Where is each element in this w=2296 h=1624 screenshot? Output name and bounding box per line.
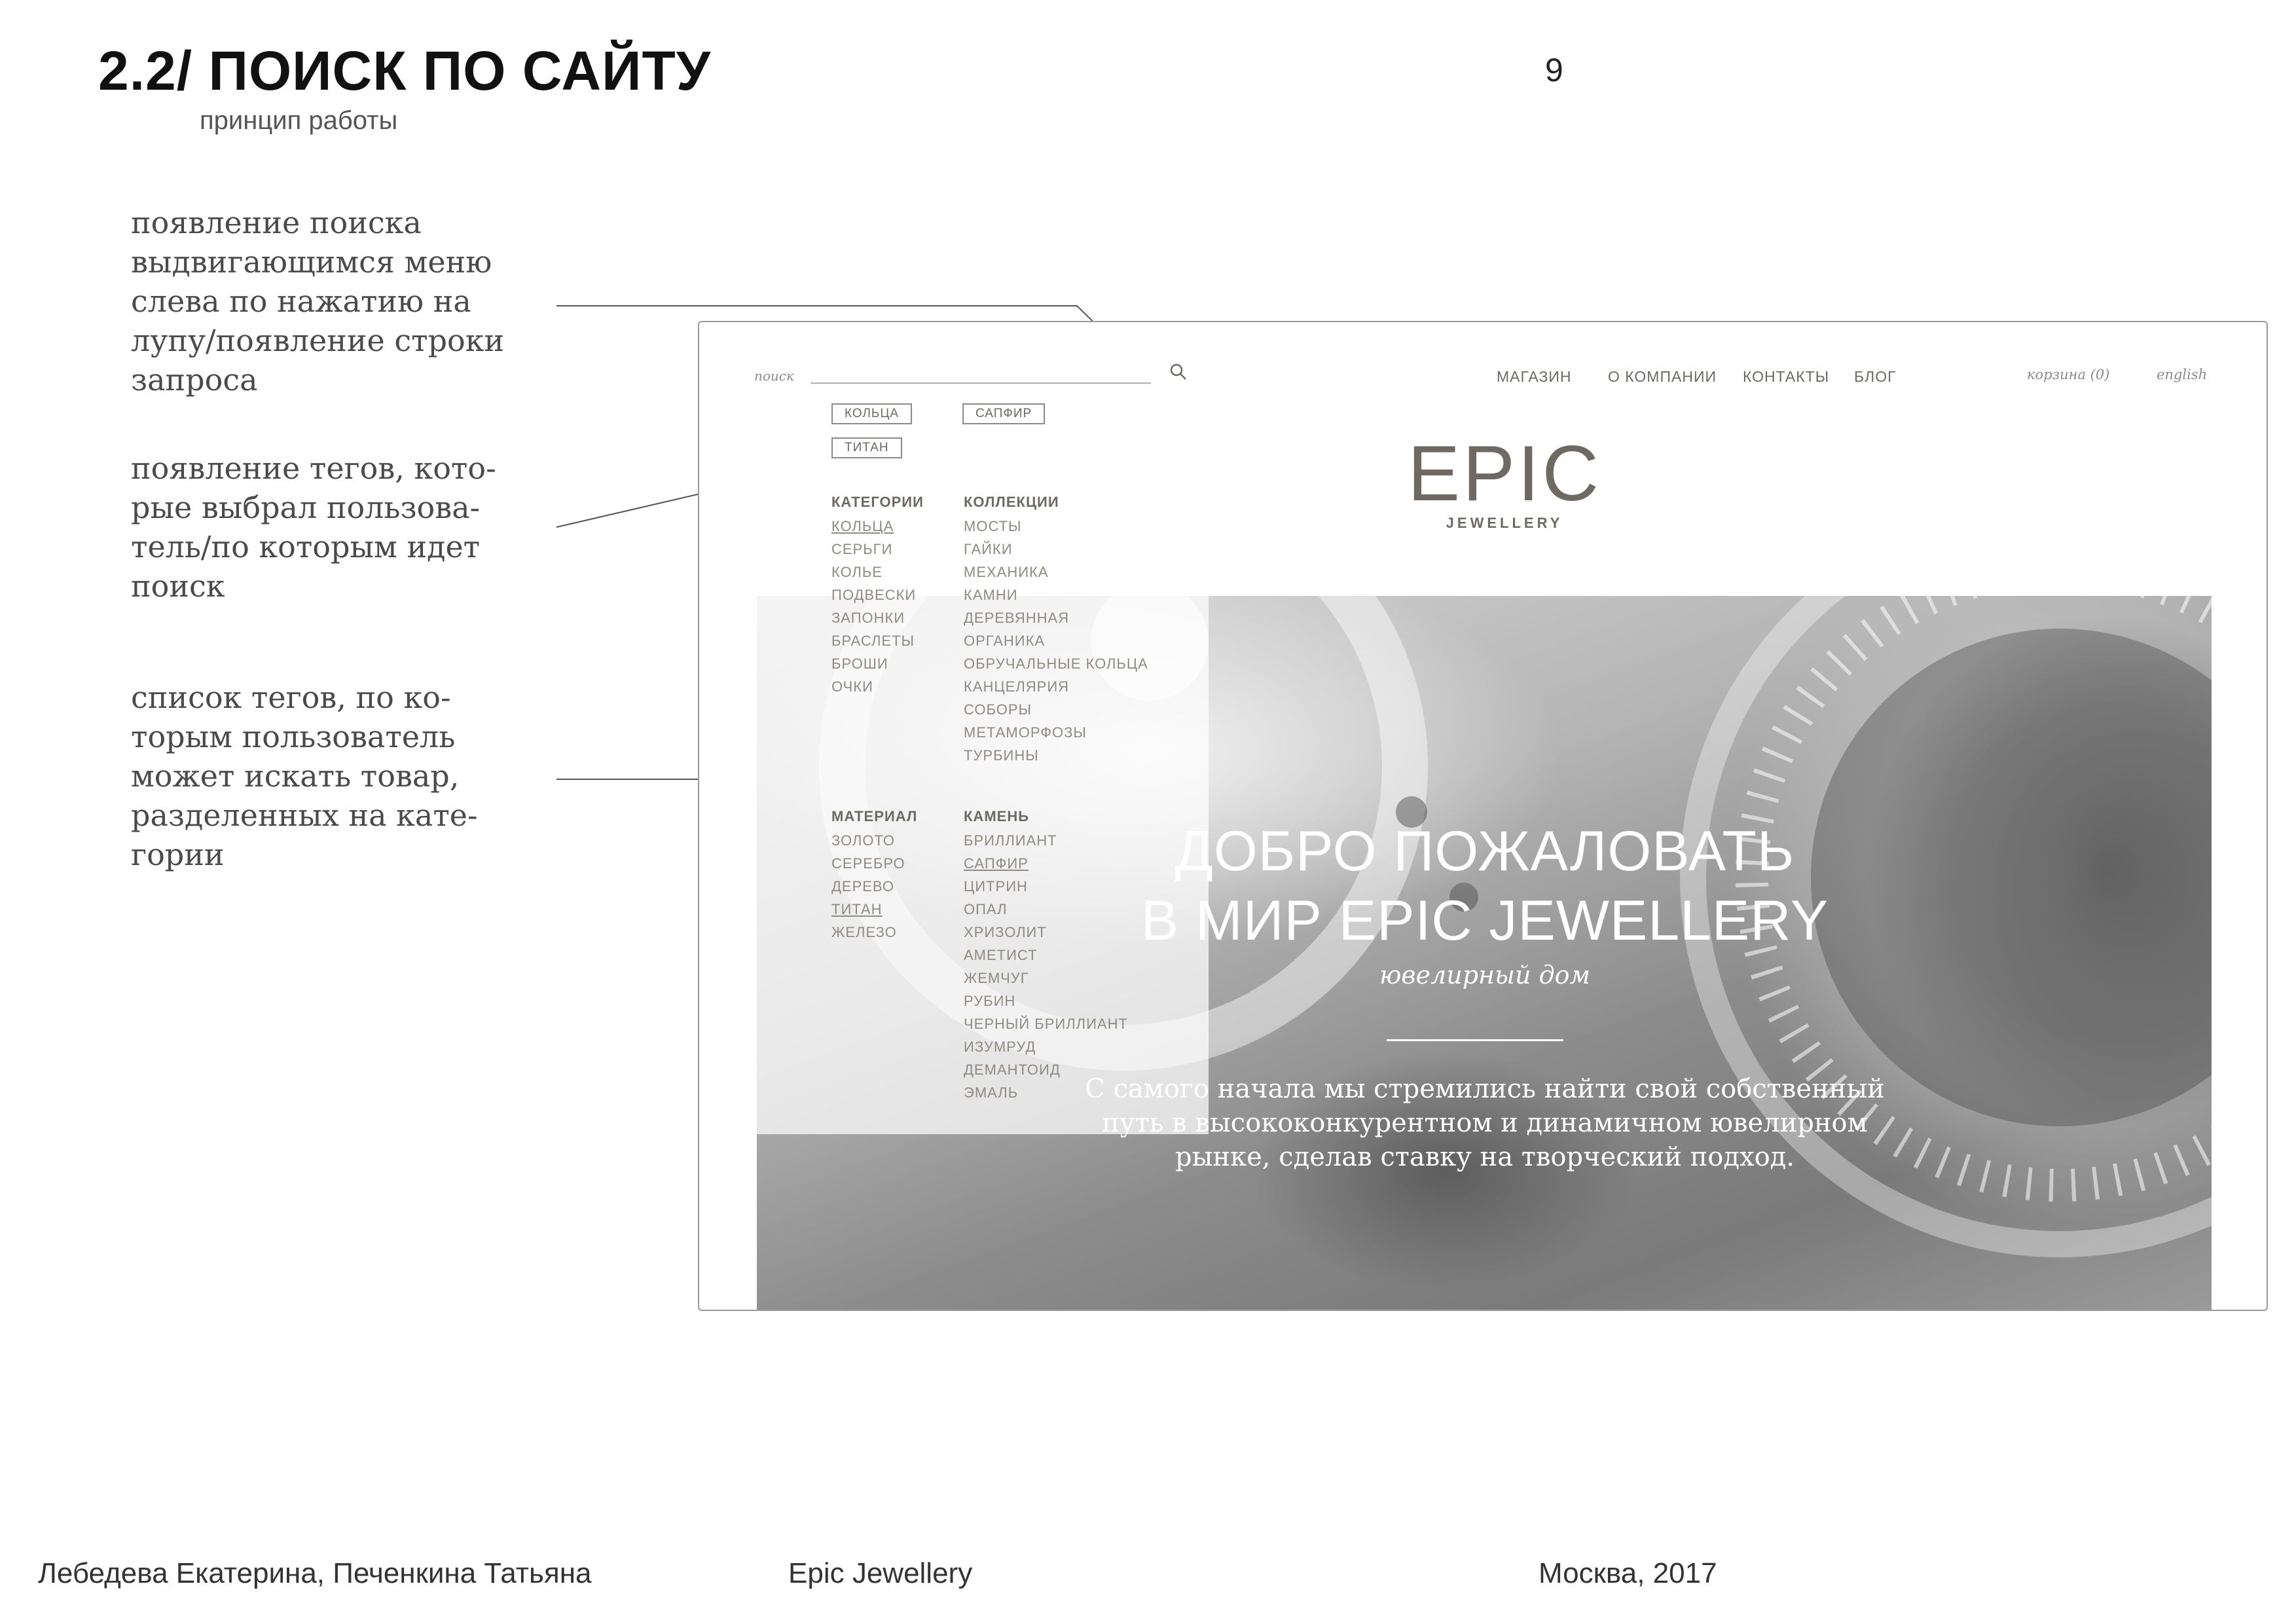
language-switch[interactable]: english bbox=[2157, 367, 2207, 382]
tag-item[interactable]: КАНЦЕЛЯРИЯ bbox=[964, 675, 1148, 698]
hero-text-line: С самого начала мы стремились найти свой… bbox=[1085, 1074, 1885, 1104]
tag-item[interactable]: ЧЕРНЫЙ БРИЛЛИАНТ bbox=[964, 1012, 1128, 1035]
tag-item[interactable]: ОПАЛ bbox=[964, 898, 1128, 921]
column-stone: КАМЕНЬ БРИЛЛИАНТ САПФИР ЦИТРИН ОПАЛ ХРИЗ… bbox=[964, 808, 1128, 1104]
hero-description: С самого начала мы стремились найти свой… bbox=[1066, 1072, 1904, 1174]
tag-item[interactable]: ТУРБИНЫ bbox=[964, 744, 1148, 767]
tag-item[interactable]: МЕХАНИКА bbox=[964, 561, 1148, 583]
tag-item[interactable]: ОБРУЧАЛЬНЫЕ КОЛЬЦА bbox=[964, 652, 1148, 675]
tag-item[interactable]: КОЛЬЦА bbox=[831, 515, 924, 538]
tag-item[interactable]: ЦИТРИН bbox=[964, 875, 1128, 898]
tag-item[interactable]: ГАЙКИ bbox=[964, 538, 1148, 561]
hero-title-line: В МИР EPIC JEWELLERY bbox=[1140, 889, 1829, 952]
footer-place-year: Москва, 2017 bbox=[1539, 1557, 1717, 1589]
selected-tag[interactable]: ТИТАН bbox=[831, 437, 902, 458]
logo-subtext: JEWELLERY bbox=[1446, 515, 1563, 531]
tag-item[interactable]: РУБИН bbox=[964, 989, 1128, 1012]
tag-item[interactable]: СОБОРЫ bbox=[964, 698, 1148, 721]
tag-item[interactable]: САПФИР bbox=[964, 852, 1128, 875]
tag-item[interactable]: ДЕРЕВЯННАЯ bbox=[964, 606, 1148, 629]
logo-text: EPIC bbox=[1408, 440, 1601, 517]
column-title: МАТЕРИАЛ bbox=[831, 808, 918, 824]
column-title: КАТЕГОРИИ bbox=[831, 494, 924, 510]
nav-contacts[interactable]: КОНТАКТЫ bbox=[1743, 368, 1829, 386]
cart-link[interactable]: корзина (0) bbox=[2027, 367, 2109, 382]
tag-item[interactable]: БРАСЛЕТЫ bbox=[831, 629, 924, 652]
hero-divider bbox=[1387, 1039, 1563, 1041]
tag-item[interactable]: ДЕРЕВО bbox=[831, 875, 917, 898]
tag-item[interactable]: МЕТАМОРФОЗЫ bbox=[964, 721, 1148, 744]
tag-item[interactable]: ЖЕМЧУГ bbox=[964, 967, 1128, 989]
tag-item[interactable]: БРИЛЛИАНТ bbox=[964, 829, 1128, 852]
selected-tag[interactable]: КОЛЬЦА bbox=[831, 403, 913, 424]
tag-item[interactable]: СЕРЕБРО bbox=[831, 852, 917, 875]
tag-item[interactable]: ЖЕЛЕЗО bbox=[831, 921, 917, 944]
search-input[interactable]: поиск bbox=[754, 368, 794, 384]
tag-item[interactable]: КОЛЬЕ bbox=[831, 561, 924, 583]
website-mockup: поиск МАГАЗИН О КОМПАНИИ КОНТАКТЫ БЛОГ к… bbox=[698, 321, 2268, 1311]
hero-title: ДОБРО ПОЖАЛОВАТЬ В МИР EPIC JEWELLERY bbox=[1131, 817, 1838, 955]
hero-title-line: ДОБРО ПОЖАЛОВАТЬ bbox=[1175, 820, 1795, 883]
nav-about[interactable]: О КОМПАНИИ bbox=[1608, 368, 1717, 386]
tag-item[interactable]: МОСТЫ bbox=[964, 515, 1148, 538]
column-title: КАМЕНЬ bbox=[964, 808, 1030, 824]
tag-item[interactable]: КАМНИ bbox=[964, 583, 1148, 606]
search-underline bbox=[811, 382, 1151, 384]
tag-item[interactable]: ХРИЗОЛИТ bbox=[964, 921, 1128, 944]
tag-item[interactable]: ОЧКИ bbox=[831, 675, 924, 698]
column-title: КОЛЛЕКЦИИ bbox=[964, 494, 1059, 510]
hero-text-line: путь в высококонкурентном и динамичном ю… bbox=[1102, 1108, 1868, 1138]
column-collections: КОЛЛЕКЦИИ МОСТЫ ГАЙКИ МЕХАНИКА КАМНИ ДЕР… bbox=[964, 494, 1148, 767]
epic-jewellery-logo[interactable]: EPIC JEWELLERY bbox=[1387, 440, 1622, 538]
tag-item[interactable]: ЗАПОНКИ bbox=[831, 606, 924, 629]
hero-subtitle: ювелирный дом bbox=[1379, 961, 1591, 989]
column-categories: КАТЕГОРИИ КОЛЬЦА СЕРЬГИ КОЛЬЕ ПОДВЕСКИ З… bbox=[831, 494, 924, 698]
nav-shop[interactable]: МАГАЗИН bbox=[1497, 368, 1572, 386]
hero-text-line: рынке, сделав ставку на творческий подхо… bbox=[1175, 1142, 1795, 1172]
search-icon[interactable] bbox=[1169, 363, 1188, 381]
nav-blog[interactable]: БЛОГ bbox=[1854, 368, 1897, 386]
tag-item[interactable]: СЕРЬГИ bbox=[831, 538, 924, 561]
footer-project: Epic Jewellery bbox=[788, 1557, 973, 1589]
tag-item[interactable]: ИЗУМРУД bbox=[964, 1035, 1128, 1058]
footer-authors: Лебедева Екатерина, Печенкина Татьяна bbox=[38, 1557, 592, 1589]
tag-item[interactable]: ОРГАНИКА bbox=[964, 629, 1148, 652]
tag-item[interactable]: БРОШИ bbox=[831, 652, 924, 675]
column-material: МАТЕРИАЛ ЗОЛОТО СЕРЕБРО ДЕРЕВО ТИТАН ЖЕЛ… bbox=[831, 808, 917, 944]
tag-item[interactable]: ТИТАН bbox=[831, 898, 917, 921]
tag-item[interactable]: ПОДВЕСКИ bbox=[831, 583, 924, 606]
selected-tag[interactable]: САПФИР bbox=[962, 403, 1046, 424]
tag-item[interactable]: АМЕТИСТ bbox=[964, 944, 1128, 967]
tag-item[interactable]: ЗОЛОТО bbox=[831, 829, 917, 852]
